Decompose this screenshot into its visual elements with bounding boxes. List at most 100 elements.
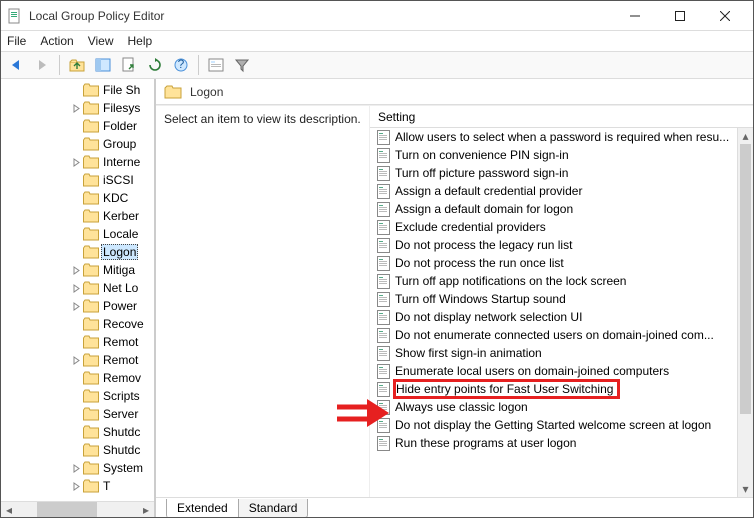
menu-view[interactable]: View [88, 34, 114, 48]
setting-item[interactable]: Hide entry points for Fast User Switchin… [370, 380, 737, 398]
tree-item[interactable]: Group [1, 135, 154, 153]
setting-item[interactable]: Do not display the Getting Started welco… [370, 416, 737, 434]
tree-item-label: iSCSI [101, 173, 136, 187]
policy-icon [376, 328, 391, 343]
tree-item[interactable]: Server [1, 405, 154, 423]
expand-icon[interactable] [69, 158, 83, 167]
folder-icon [83, 191, 99, 205]
expand-icon[interactable] [69, 302, 83, 311]
horizontal-scrollbar[interactable]: ◂ ▸ [1, 501, 154, 517]
minimize-button[interactable] [612, 2, 657, 30]
show-hide-tree-button[interactable] [92, 54, 114, 76]
expand-icon[interactable] [69, 266, 83, 275]
filter-button[interactable] [231, 54, 253, 76]
up-level-button[interactable] [66, 54, 88, 76]
tree-item-label: Net Lo [101, 281, 140, 295]
folder-icon [83, 83, 99, 97]
vertical-scrollbar[interactable]: ▴ ▾ [737, 128, 753, 497]
tree-item[interactable]: Shutdc [1, 441, 154, 459]
toolbar-separator [198, 55, 199, 75]
setting-item[interactable]: Show first sign-in animation [370, 344, 737, 362]
tree-item[interactable]: T [1, 477, 154, 495]
expand-icon[interactable] [69, 482, 83, 491]
policy-icon [376, 130, 391, 145]
setting-item[interactable]: Turn off app notifications on the lock s… [370, 272, 737, 290]
setting-item[interactable]: Do not process the run once list [370, 254, 737, 272]
setting-label: Turn off Windows Startup sound [395, 292, 566, 306]
setting-item[interactable]: Assign a default domain for logon [370, 200, 737, 218]
description-text: Select an item to view its description. [164, 112, 361, 126]
menu-help[interactable]: Help [128, 34, 153, 48]
setting-item[interactable]: Do not enumerate connected users on doma… [370, 326, 737, 344]
tree-item[interactable]: Scripts [1, 387, 154, 405]
setting-item[interactable]: Enumerate local users on domain-joined c… [370, 362, 737, 380]
tree-item[interactable]: Locale [1, 225, 154, 243]
scroll-right-arrow[interactable]: ▸ [138, 502, 154, 517]
back-button[interactable] [5, 54, 27, 76]
tree-item[interactable]: Remov [1, 369, 154, 387]
column-header-setting[interactable]: Setting [370, 106, 753, 128]
settings-list[interactable]: Allow users to select when a password is… [370, 128, 737, 497]
tree-item[interactable]: Kerber [1, 207, 154, 225]
tree-item[interactable]: Interne [1, 153, 154, 171]
menubar: File Action View Help [1, 31, 753, 51]
expand-icon[interactable] [69, 356, 83, 365]
tree-item[interactable]: iSCSI [1, 171, 154, 189]
scroll-up-arrow[interactable]: ▴ [738, 128, 753, 144]
menu-file[interactable]: File [7, 34, 26, 48]
scroll-left-arrow[interactable]: ◂ [1, 502, 17, 517]
tree-item[interactable]: Power [1, 297, 154, 315]
tree-item[interactable]: Remot [1, 351, 154, 369]
tab-standard[interactable]: Standard [239, 499, 309, 517]
setting-item[interactable]: Turn on convenience PIN sign-in [370, 146, 737, 164]
tree-item[interactable]: File Sh [1, 81, 154, 99]
expand-icon[interactable] [69, 464, 83, 473]
setting-item[interactable]: Run these programs at user logon [370, 434, 737, 452]
tree-item[interactable]: Logon [1, 243, 154, 261]
folder-icon [83, 407, 99, 421]
policy-icon [376, 436, 391, 451]
tree-item-label: System [101, 461, 145, 475]
setting-label: Turn on convenience PIN sign-in [395, 148, 569, 162]
scroll-thumb[interactable] [740, 144, 751, 414]
tree-item[interactable]: KDC [1, 189, 154, 207]
setting-item[interactable]: Turn off picture password sign-in [370, 164, 737, 182]
maximize-button[interactable] [657, 2, 702, 30]
tree-item-label: T [101, 479, 112, 493]
window-controls [612, 2, 747, 30]
scroll-thumb[interactable] [37, 502, 97, 517]
policy-tree[interactable]: File ShFilesysFolderGroupInterne iSCSI KDC… [1, 79, 154, 501]
setting-item[interactable]: Allow users to select when a password is… [370, 128, 737, 146]
tree-item[interactable]: Remot [1, 333, 154, 351]
setting-item[interactable]: Always use classic logon [370, 398, 737, 416]
tree-item[interactable]: Filesys [1, 99, 154, 117]
setting-label: Turn off picture password sign-in [395, 166, 568, 180]
properties-button[interactable] [205, 54, 227, 76]
tree-item[interactable]: Folder [1, 117, 154, 135]
tab-extended[interactable]: Extended [166, 499, 239, 517]
menu-action[interactable]: Action [40, 34, 73, 48]
setting-item[interactable]: Assign a default credential provider [370, 182, 737, 200]
folder-icon [83, 353, 99, 367]
window-title: Local Group Policy Editor [29, 9, 612, 23]
forward-button[interactable] [31, 54, 53, 76]
help-button[interactable]: ? [170, 54, 192, 76]
tree-item[interactable]: Net Lo [1, 279, 154, 297]
refresh-button[interactable] [144, 54, 166, 76]
setting-label: Do not enumerate connected users on doma… [395, 328, 714, 342]
tree-item[interactable]: Mitiga [1, 261, 154, 279]
expand-icon[interactable] [69, 284, 83, 293]
scroll-down-arrow[interactable]: ▾ [738, 481, 753, 497]
tree-item[interactable]: System [1, 459, 154, 477]
expand-icon[interactable] [69, 104, 83, 113]
setting-item[interactable]: Turn off Windows Startup sound [370, 290, 737, 308]
policy-icon [376, 364, 391, 379]
setting-item[interactable]: Exclude credential providers [370, 218, 737, 236]
setting-item[interactable]: Do not display network selection UI [370, 308, 737, 326]
export-list-button[interactable] [118, 54, 140, 76]
setting-item[interactable]: Do not process the legacy run list [370, 236, 737, 254]
tree-item-label: Locale [101, 227, 140, 241]
close-button[interactable] [702, 2, 747, 30]
tree-item[interactable]: Shutdc [1, 423, 154, 441]
tree-item[interactable]: Recove [1, 315, 154, 333]
